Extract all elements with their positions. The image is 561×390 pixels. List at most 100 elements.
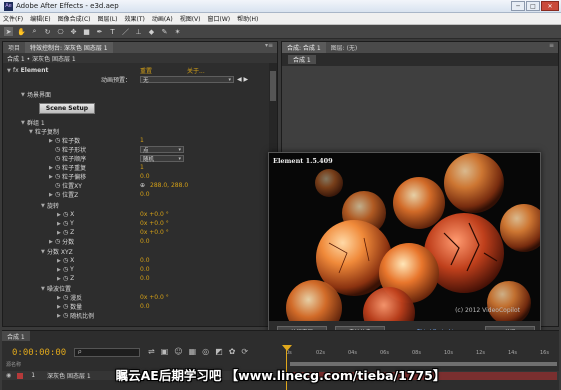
element-splash-dialog: Element 1.5.409 (c) 2012 VideoCopilot 访问… [268,152,541,342]
layer-search-input[interactable]: ρ [74,348,140,357]
stopwatch-icon[interactable]: ◷ [55,191,60,198]
stopwatch-icon[interactable]: ◷ [63,229,68,236]
stopwatch-icon[interactable]: ◷ [63,257,68,264]
comp-breadcrumb[interactable]: 合成 1 [288,55,316,64]
roto-brush-icon[interactable]: ✎ [160,27,169,36]
close-window-button[interactable]: ✕ [541,1,559,11]
puppet-tool-icon[interactable]: ✶ [173,27,182,36]
stopwatch-icon[interactable]: ◷ [63,294,68,301]
particle-offset-value[interactable]: 0.0 [140,173,150,180]
graph-editor-icon[interactable]: ◩ [215,347,223,356]
rotate-tool-icon[interactable]: ↻ [43,27,52,36]
menu-view[interactable]: 视图(V) [180,14,201,23]
about-link[interactable]: 关于... [187,66,205,75]
scale-value[interactable]: 0.0 [140,238,150,245]
rotation-z-value[interactable]: 0x +0.0 ° [140,229,169,236]
menu-animation[interactable]: 动画(A) [152,14,173,23]
stopwatch-icon[interactable]: ◷ [55,137,60,144]
menu-file[interactable]: 文件(F) [3,14,23,23]
scale-xyz-group[interactable]: ▼ 分数 XYZ [41,247,277,257]
shy-layers-icon[interactable]: ☺ [174,347,182,356]
hand-tool-icon[interactable]: ✋ [17,27,26,36]
scale-x-value[interactable]: 0.0 [140,257,150,264]
stopwatch-icon[interactable]: ◷ [63,220,68,227]
rotation-group[interactable]: ▼ 旋转 [41,201,277,211]
menu-composition[interactable]: 图像合成(C) [58,14,91,23]
noise-opacity-value[interactable]: 0x +0.0 ° [140,294,169,301]
stopwatch-icon[interactable]: ◷ [55,238,60,245]
position-z-value[interactable]: 0.0 [140,191,150,198]
pan-behind-tool-icon[interactable]: ✥ [69,27,78,36]
brainstorm-icon[interactable]: ✿ [229,347,236,356]
param-label: 数量 [70,304,83,311]
stopwatch-icon[interactable]: ◷ [63,303,68,310]
scale-y-value[interactable]: 0.0 [140,266,150,273]
stopwatch-icon[interactable]: ◷ [55,146,60,153]
noise-phase-row: ▶ ◷ 随机比例 [57,312,95,320]
tab-composition[interactable]: 合成: 合成 1 [282,42,326,53]
menu-edit[interactable]: 编辑(E) [30,14,50,23]
reset-link[interactable]: 重置 [140,66,152,75]
scale-y-row: ▶ ◷ Y 0.0 [57,266,150,273]
rotation-y-value[interactable]: 0x +0.0 ° [140,220,169,227]
stopwatch-icon[interactable]: ◷ [63,211,68,218]
scale-z-value[interactable]: 0.0 [140,275,150,282]
frame-blending-icon[interactable]: ▦ [189,347,197,356]
particle-replicate-group[interactable]: ▼ 粒子复制 [29,127,277,137]
position-xy-value[interactable]: 288.0, 288.0 [150,182,188,189]
pen-tool-icon[interactable]: ✒ [95,27,104,36]
tab-project[interactable]: 项目 [3,42,25,53]
clone-tool-icon[interactable]: ⊥ [134,27,143,36]
rotation-x-value[interactable]: 0x +0.0 ° [140,211,169,218]
menu-help[interactable]: 帮助(H) [237,14,258,23]
particle-count-value[interactable]: 1 [140,137,144,144]
text-tool-icon[interactable]: T [108,27,117,36]
scrollbar-thumb[interactable] [270,71,276,101]
effect-header-row[interactable]: ▼ fx Element 重置 关于... [7,66,273,75]
draft-3d-icon[interactable]: ▣ [161,347,169,356]
scene-interface-group[interactable]: ▼ 场景界面 [21,90,277,100]
playhead-handle[interactable] [282,345,292,351]
eraser-tool-icon[interactable]: ◆ [147,27,156,36]
stopwatch-icon[interactable]: ◷ [55,155,60,162]
rotation-label: 旋转 [47,203,60,210]
stopwatch-icon[interactable]: ◷ [63,275,68,282]
brush-tool-icon[interactable]: ／ [121,27,130,36]
crosshair-icon[interactable]: ⊕ [140,182,145,189]
menu-layer[interactable]: 图层(L) [98,14,118,23]
stopwatch-icon[interactable]: ◷ [63,266,68,273]
tab-effect-controls[interactable]: 特效控制台: 深灰色 固态层 1 [25,42,113,53]
current-timecode[interactable]: 0:00:00:00 [12,348,66,358]
stopwatch-icon[interactable]: ◷ [55,173,60,180]
panel-menu-icon[interactable]: ≡ [549,42,554,49]
preset-nav-arrows[interactable]: ◀ ▶ [237,76,248,83]
group-1[interactable]: ▼ 群组 1 [21,118,277,128]
scene-group-label: 场景界面 [27,92,52,99]
particle-repeat-value[interactable]: 1 [140,164,144,171]
live-update-icon[interactable]: ⟳ [241,347,248,356]
stopwatch-icon[interactable]: ◷ [63,312,68,319]
panel-menu-icon[interactable]: ▾≡ [265,42,273,49]
zoom-tool-icon[interactable]: ⌕ [30,27,39,36]
noise-position-group[interactable]: ▼ 噪波位置 [41,284,277,294]
ruler-tick: 12s [476,350,485,356]
scene-setup-button[interactable]: Scene Setup [39,103,95,114]
menu-window[interactable]: 窗口(W) [207,14,230,23]
particle-shape-dropdown[interactable]: 点 [140,146,184,154]
camera-tool-icon[interactable]: ⎔ [56,27,65,36]
comp-mini-flowchart-icon[interactable]: ⇌ [148,347,155,356]
stopwatch-icon[interactable]: ◷ [55,164,60,171]
selection-tool-icon[interactable]: ➤ [4,27,13,36]
tab-timeline-comp[interactable]: 合成 1 [2,331,30,341]
time-ruler[interactable]: 0s 02s 04s 06s 08s 10s 12s 14s 16s [286,350,557,362]
particle-order-dropdown[interactable]: 随机 [140,155,184,163]
tab-layer[interactable]: 图层: (无) [326,42,363,53]
motion-blur-icon[interactable]: ◎ [202,347,209,356]
noise-amount-value[interactable]: 0.0 [140,303,150,310]
mask-tool-icon[interactable]: ■ [82,27,91,36]
stopwatch-icon[interactable]: ◷ [55,182,60,189]
menu-effect[interactable]: 效果(T) [125,14,145,23]
preset-dropdown[interactable]: 无 [140,76,234,84]
maximize-button[interactable]: □ [526,1,540,11]
minimize-button[interactable]: ─ [511,1,525,11]
